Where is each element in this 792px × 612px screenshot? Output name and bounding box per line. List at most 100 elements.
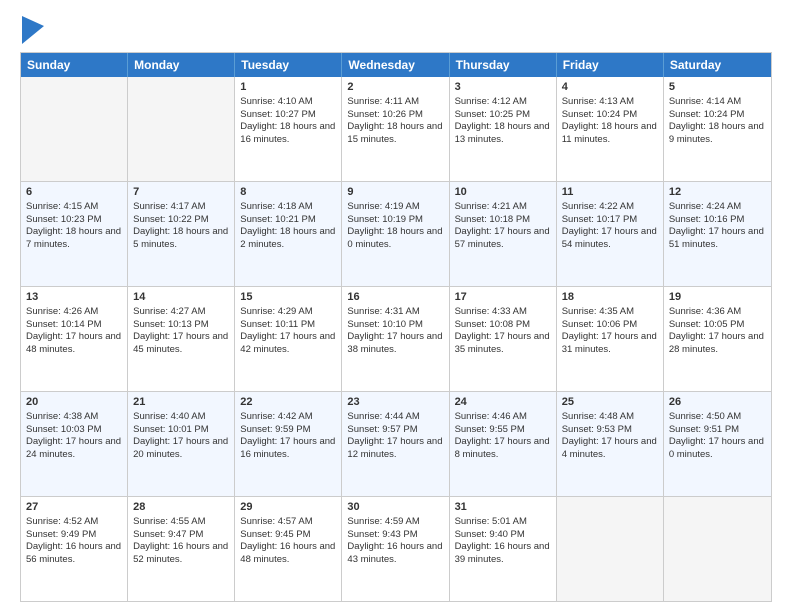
calendar-cell-day-16: 16Sunrise: 4:31 AMSunset: 10:10 PMDaylig… <box>342 287 449 391</box>
calendar-cell-day-23: 23Sunrise: 4:44 AMSunset: 9:57 PMDayligh… <box>342 392 449 496</box>
day-info: Sunrise: 4:42 AM <box>240 411 336 424</box>
day-info: Sunset: 10:13 PM <box>133 319 229 332</box>
day-number: 13 <box>26 290 122 305</box>
calendar-row-2: 6Sunrise: 4:15 AMSunset: 10:23 PMDayligh… <box>21 182 771 287</box>
day-info: Sunrise: 4:18 AM <box>240 201 336 214</box>
day-info: Sunrise: 4:19 AM <box>347 201 443 214</box>
day-info: Sunrise: 4:27 AM <box>133 306 229 319</box>
day-info: Sunrise: 4:50 AM <box>669 411 766 424</box>
day-number: 3 <box>455 80 551 95</box>
day-number: 7 <box>133 185 229 200</box>
day-info: Daylight: 17 hours and 51 minutes. <box>669 226 766 252</box>
calendar-cell-day-30: 30Sunrise: 4:59 AMSunset: 9:43 PMDayligh… <box>342 497 449 601</box>
day-info: Daylight: 17 hours and 28 minutes. <box>669 331 766 357</box>
day-info: Daylight: 17 hours and 8 minutes. <box>455 436 551 462</box>
calendar-cell-day-31: 31Sunrise: 5:01 AMSunset: 9:40 PMDayligh… <box>450 497 557 601</box>
day-info: Daylight: 17 hours and 24 minutes. <box>26 436 122 462</box>
header-day-saturday: Saturday <box>664 53 771 77</box>
day-number: 25 <box>562 395 658 410</box>
calendar-cell-day-21: 21Sunrise: 4:40 AMSunset: 10:01 PMDaylig… <box>128 392 235 496</box>
day-info: Sunrise: 4:31 AM <box>347 306 443 319</box>
day-info: Sunrise: 5:01 AM <box>455 516 551 529</box>
day-info: Sunrise: 4:26 AM <box>26 306 122 319</box>
day-number: 4 <box>562 80 658 95</box>
day-info: Daylight: 17 hours and 42 minutes. <box>240 331 336 357</box>
day-info: Sunset: 10:11 PM <box>240 319 336 332</box>
day-info: Sunset: 10:10 PM <box>347 319 443 332</box>
day-info: Sunset: 10:06 PM <box>562 319 658 332</box>
day-number: 5 <box>669 80 766 95</box>
calendar-cell-day-1: 1Sunrise: 4:10 AMSunset: 10:27 PMDayligh… <box>235 77 342 181</box>
day-info: Sunset: 10:24 PM <box>669 109 766 122</box>
calendar-row-4: 20Sunrise: 4:38 AMSunset: 10:03 PMDaylig… <box>21 392 771 497</box>
day-info: Daylight: 18 hours and 16 minutes. <box>240 121 336 147</box>
day-number: 29 <box>240 500 336 515</box>
calendar-header: SundayMondayTuesdayWednesdayThursdayFrid… <box>21 53 771 77</box>
header-day-sunday: Sunday <box>21 53 128 77</box>
day-number: 19 <box>669 290 766 305</box>
day-info: Sunrise: 4:48 AM <box>562 411 658 424</box>
day-number: 10 <box>455 185 551 200</box>
day-info: Sunrise: 4:24 AM <box>669 201 766 214</box>
day-number: 26 <box>669 395 766 410</box>
day-number: 23 <box>347 395 443 410</box>
calendar-cell-day-26: 26Sunrise: 4:50 AMSunset: 9:51 PMDayligh… <box>664 392 771 496</box>
day-info: Sunrise: 4:55 AM <box>133 516 229 529</box>
day-info: Daylight: 17 hours and 31 minutes. <box>562 331 658 357</box>
header-day-wednesday: Wednesday <box>342 53 449 77</box>
calendar-cell-day-10: 10Sunrise: 4:21 AMSunset: 10:18 PMDaylig… <box>450 182 557 286</box>
day-info: Daylight: 16 hours and 56 minutes. <box>26 541 122 567</box>
day-info: Sunset: 9:59 PM <box>240 424 336 437</box>
calendar-cell-day-6: 6Sunrise: 4:15 AMSunset: 10:23 PMDayligh… <box>21 182 128 286</box>
day-number: 30 <box>347 500 443 515</box>
day-info: Sunset: 9:45 PM <box>240 529 336 542</box>
day-info: Sunrise: 4:36 AM <box>669 306 766 319</box>
calendar-cell-day-11: 11Sunrise: 4:22 AMSunset: 10:17 PMDaylig… <box>557 182 664 286</box>
day-info: Daylight: 16 hours and 52 minutes. <box>133 541 229 567</box>
day-info: Sunrise: 4:13 AM <box>562 96 658 109</box>
day-info: Sunrise: 4:29 AM <box>240 306 336 319</box>
calendar-cell-day-8: 8Sunrise: 4:18 AMSunset: 10:21 PMDayligh… <box>235 182 342 286</box>
day-info: Sunrise: 4:46 AM <box>455 411 551 424</box>
calendar-cell-day-25: 25Sunrise: 4:48 AMSunset: 9:53 PMDayligh… <box>557 392 664 496</box>
day-info: Sunrise: 4:14 AM <box>669 96 766 109</box>
day-info: Daylight: 17 hours and 35 minutes. <box>455 331 551 357</box>
day-info: Daylight: 17 hours and 12 minutes. <box>347 436 443 462</box>
day-info: Daylight: 18 hours and 5 minutes. <box>133 226 229 252</box>
calendar-cell-day-28: 28Sunrise: 4:55 AMSunset: 9:47 PMDayligh… <box>128 497 235 601</box>
day-info: Sunset: 10:05 PM <box>669 319 766 332</box>
day-number: 1 <box>240 80 336 95</box>
day-info: Sunrise: 4:57 AM <box>240 516 336 529</box>
calendar-body: 1Sunrise: 4:10 AMSunset: 10:27 PMDayligh… <box>21 77 771 601</box>
day-info: Sunrise: 4:52 AM <box>26 516 122 529</box>
day-number: 12 <box>669 185 766 200</box>
calendar-cell-day-27: 27Sunrise: 4:52 AMSunset: 9:49 PMDayligh… <box>21 497 128 601</box>
calendar-cell-day-20: 20Sunrise: 4:38 AMSunset: 10:03 PMDaylig… <box>21 392 128 496</box>
day-info: Sunset: 10:01 PM <box>133 424 229 437</box>
calendar-cell-day-17: 17Sunrise: 4:33 AMSunset: 10:08 PMDaylig… <box>450 287 557 391</box>
day-info: Sunset: 9:43 PM <box>347 529 443 542</box>
day-info: Sunrise: 4:38 AM <box>26 411 122 424</box>
day-info: Sunset: 10:19 PM <box>347 214 443 227</box>
day-info: Daylight: 17 hours and 4 minutes. <box>562 436 658 462</box>
day-info: Daylight: 18 hours and 2 minutes. <box>240 226 336 252</box>
day-info: Sunset: 10:26 PM <box>347 109 443 122</box>
day-info: Sunset: 10:27 PM <box>240 109 336 122</box>
calendar-cell-day-19: 19Sunrise: 4:36 AMSunset: 10:05 PMDaylig… <box>664 287 771 391</box>
day-info: Sunrise: 4:40 AM <box>133 411 229 424</box>
day-number: 17 <box>455 290 551 305</box>
calendar-row-5: 27Sunrise: 4:52 AMSunset: 9:49 PMDayligh… <box>21 497 771 601</box>
day-info: Sunrise: 4:12 AM <box>455 96 551 109</box>
day-info: Sunset: 10:16 PM <box>669 214 766 227</box>
day-info: Sunset: 9:47 PM <box>133 529 229 542</box>
day-info: Daylight: 16 hours and 39 minutes. <box>455 541 551 567</box>
calendar: SundayMondayTuesdayWednesdayThursdayFrid… <box>20 52 772 602</box>
header-day-tuesday: Tuesday <box>235 53 342 77</box>
day-number: 14 <box>133 290 229 305</box>
day-info: Sunrise: 4:17 AM <box>133 201 229 214</box>
day-info: Sunrise: 4:44 AM <box>347 411 443 424</box>
day-info: Sunset: 9:55 PM <box>455 424 551 437</box>
day-info: Sunset: 10:18 PM <box>455 214 551 227</box>
calendar-cell-day-12: 12Sunrise: 4:24 AMSunset: 10:16 PMDaylig… <box>664 182 771 286</box>
day-info: Sunset: 10:22 PM <box>133 214 229 227</box>
